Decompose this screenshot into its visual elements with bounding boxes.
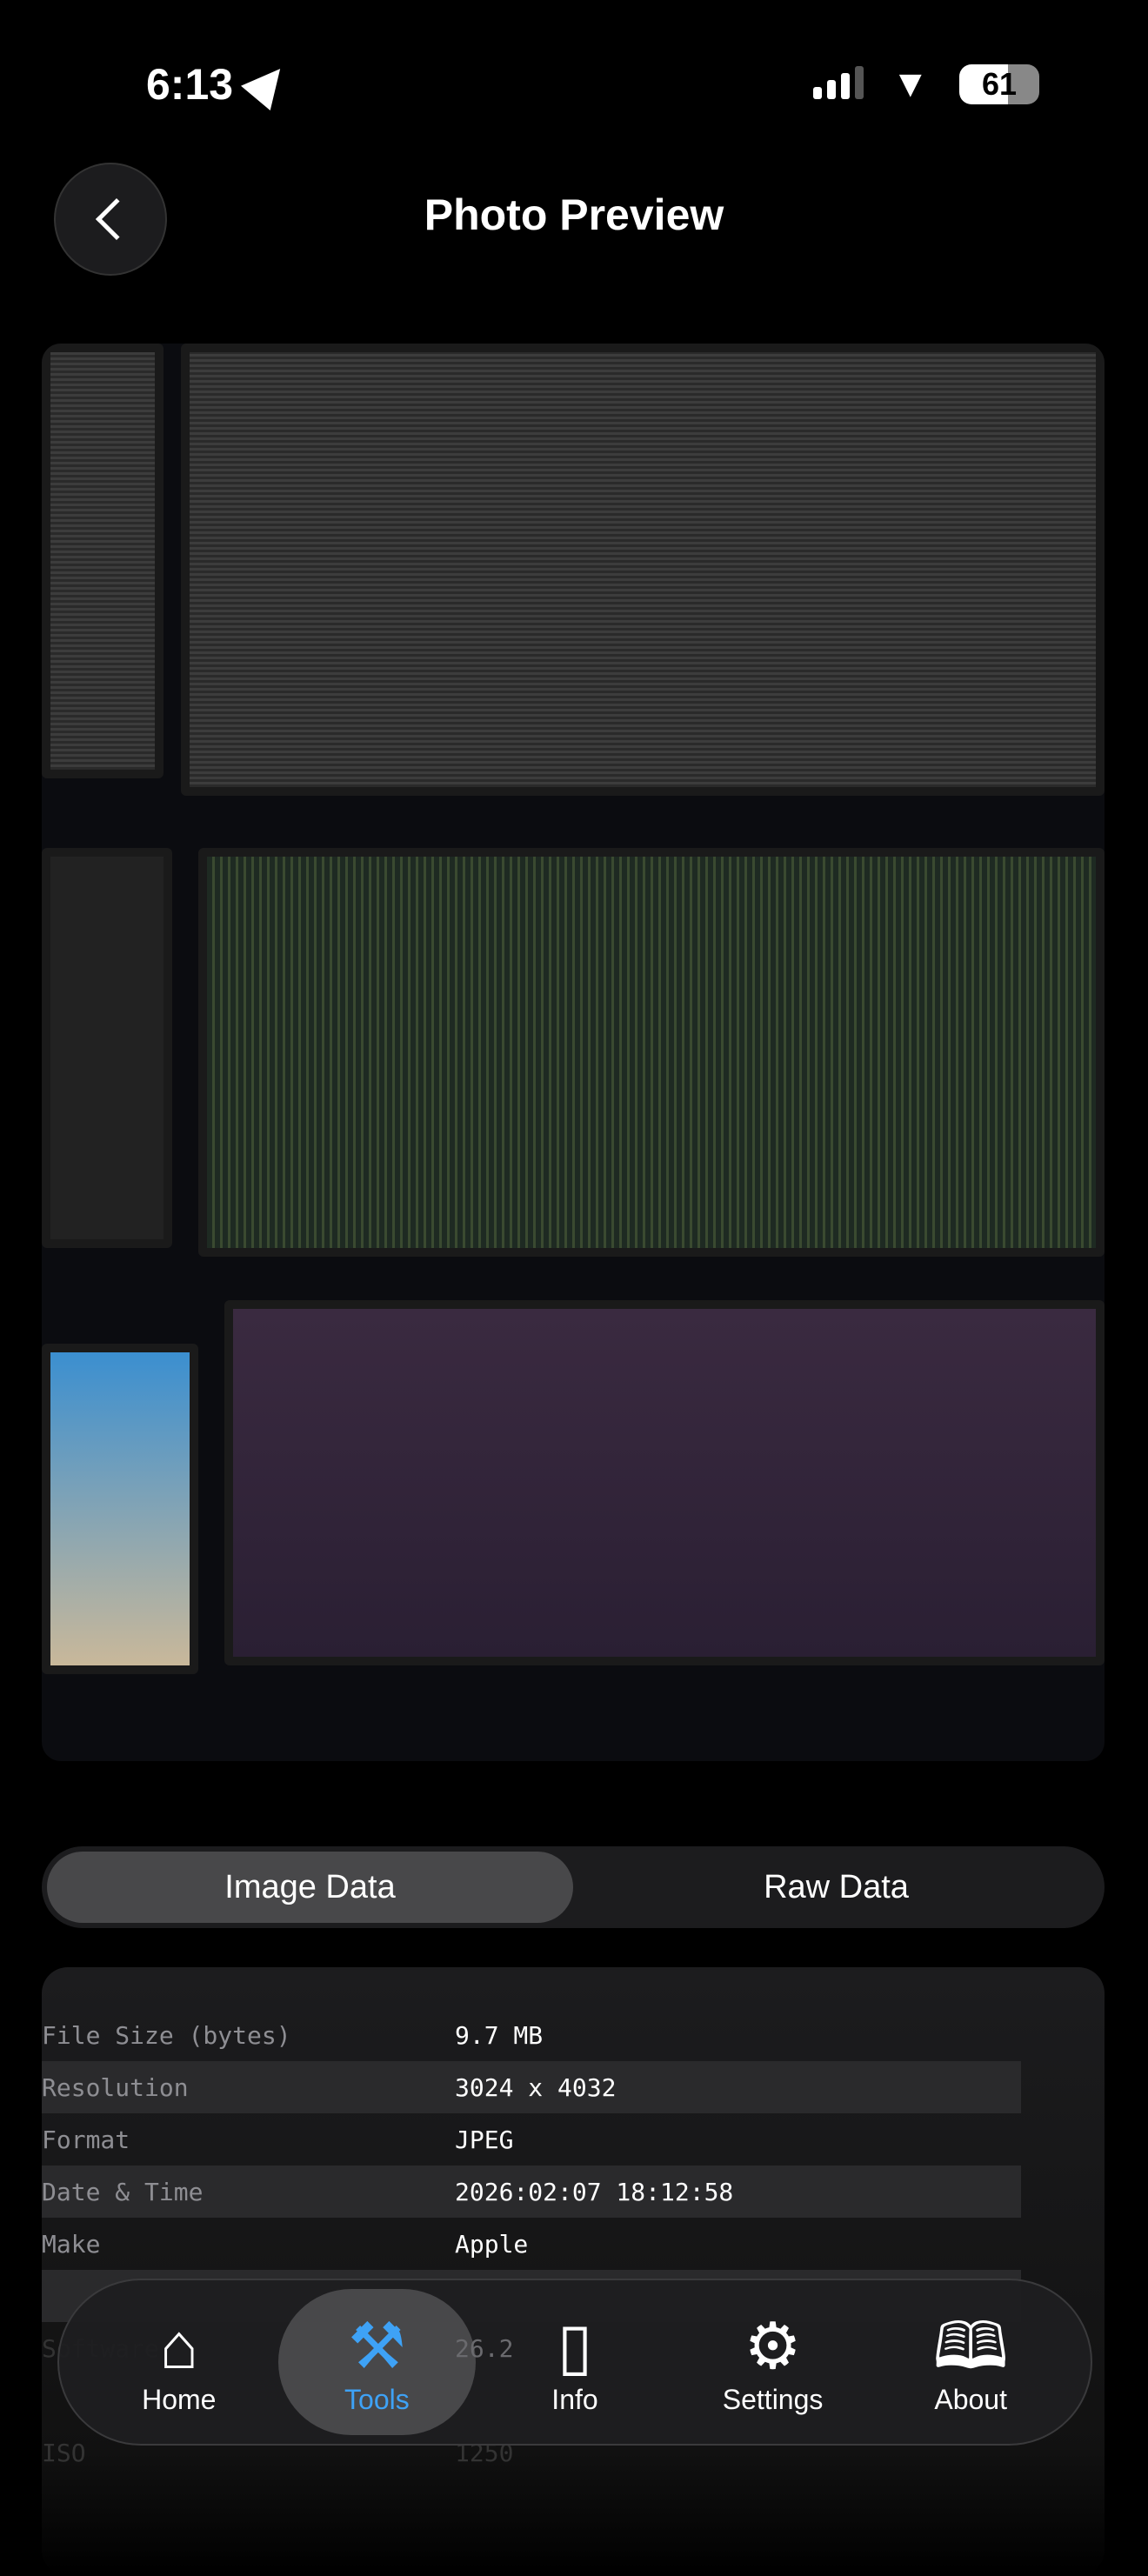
clock: 6:13: [146, 60, 234, 109]
wifi-icon: ▼: [891, 63, 930, 105]
photo-preview: [42, 344, 1105, 1761]
tools-icon: ⚒: [348, 2309, 406, 2382]
status-bar: 6:13 ▼ 61: [0, 52, 1148, 122]
gear-icon: ⚙: [744, 2309, 802, 2382]
tab-raw-data[interactable]: Raw Data: [573, 1852, 1099, 1923]
nav-tools[interactable]: ⚒ Tools: [277, 2289, 477, 2435]
nav-about[interactable]: 🕮 About: [871, 2289, 1070, 2435]
nav-home[interactable]: ⌂ Home: [80, 2289, 278, 2435]
table-row: Format JPEG: [42, 2125, 514, 2154]
table-row: Resolution 3024 x 4032: [42, 2061, 1021, 2113]
tab-bar: ⌂ Home ⚒ Tools ▯ Info ⚙ Settings 🕮 About: [57, 2279, 1092, 2446]
battery-icon: 61: [959, 64, 1039, 104]
cellular-signal-icon: [813, 66, 864, 99]
page-title: Photo Preview: [424, 190, 724, 239]
table-row: Make Apple: [42, 2229, 529, 2259]
table-row: Date & Time 2026:02:07 18:12:58: [42, 2166, 1021, 2218]
house-icon: ⌂: [159, 2309, 199, 2382]
table-row: File Size (bytes) 9.7 MB: [42, 2020, 544, 2050]
data-view-segmented-control: Image Data Raw Data: [42, 1846, 1105, 1928]
phone-icon: ▯: [557, 2309, 593, 2382]
nav-settings[interactable]: ⚙ Settings: [674, 2289, 872, 2435]
tab-image-data[interactable]: Image Data: [47, 1852, 573, 1923]
location-icon: [241, 57, 295, 110]
book-icon: 🕮: [932, 2309, 1009, 2382]
